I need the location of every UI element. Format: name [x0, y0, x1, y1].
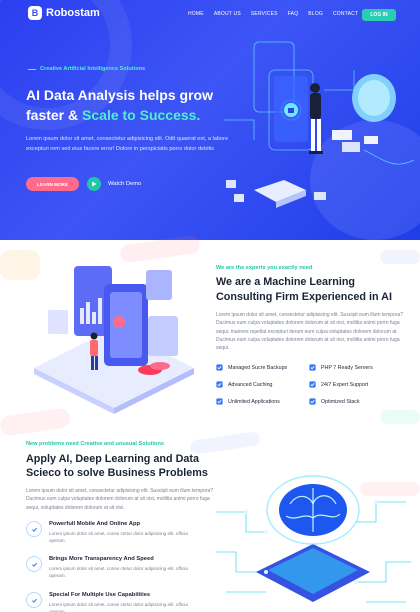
hero-eyebrow-text: Creative Artificial Intelligence Solutio…	[40, 66, 146, 72]
hero-eyebrow: Creative Artificial Intelligence Solutio…	[28, 66, 145, 72]
ai-brain-illustration	[216, 475, 411, 603]
login-button[interactable]: LOG IN	[362, 9, 396, 21]
feature-label: Optimized Stack	[321, 398, 360, 405]
check-circle-icon	[26, 556, 42, 572]
feature-item: 24/7 Expert Support	[309, 381, 368, 388]
feature-item: Unlimited Applications	[216, 398, 280, 405]
nav-item-contact[interactable]: CONTACT	[333, 11, 358, 17]
check-circle-icon	[26, 592, 42, 608]
about-title-line1: We are a Machine Learning	[216, 276, 356, 288]
solution-item-title: Powerfull Mobile And Online App	[49, 521, 141, 527]
about-description: Lorem ipsum dolor sit amet, consectetur …	[216, 312, 404, 352]
solve-title-line1: Apply AI, Deep Learning and Data	[26, 453, 199, 465]
about-title-line2: Consulting Firm Experienced in AI	[216, 291, 392, 303]
circuit-line-2	[324, 70, 355, 91]
feature-item: Advanced Caching	[216, 381, 272, 388]
watch-demo-link[interactable]: Watch Demo	[108, 181, 141, 187]
checkbox-icon	[309, 398, 316, 405]
nav-item-about[interactable]: ABOUT US	[214, 11, 241, 17]
checkbox-icon	[309, 381, 316, 388]
circuit-line-1	[224, 119, 255, 140]
hero-illustration	[224, 41, 415, 208]
nav-item-home[interactable]: HOME	[188, 11, 204, 17]
nav-item-services[interactable]: SERVICES	[251, 11, 278, 17]
feature-label: PHP 7 Ready Servers	[321, 364, 373, 371]
brain-globe-core	[358, 80, 390, 116]
chart-panel-right	[146, 270, 172, 300]
play-video-button[interactable]	[87, 177, 101, 191]
hero-title-line2: faster & Scale to Success.	[26, 107, 200, 123]
checkbox-icon	[216, 364, 223, 371]
brand-logo[interactable]: B Robostam	[28, 6, 100, 20]
feature-label: Managed Sucre Backups	[228, 364, 288, 371]
hero-title-prefix: faster &	[26, 107, 83, 123]
decorative-pill	[380, 250, 420, 264]
hero-title-line1: AI Data Analysis helps grow	[26, 87, 213, 103]
server-boxes	[332, 130, 378, 152]
learn-more-button[interactable]: LEARN MORE	[26, 177, 79, 191]
play-icon	[92, 181, 97, 187]
main-menu: HOME ABOUT US SERVICES FAQ BLOG CONTACT	[188, 11, 358, 17]
lock-icon	[288, 108, 294, 113]
mini-panel-left	[48, 310, 68, 334]
nav-item-blog[interactable]: BLOG	[308, 11, 323, 17]
floor-devices	[226, 180, 326, 208]
top-navigation: B Robostam HOME ABOUT US SERVICES FAQ BL…	[0, 0, 420, 30]
check-circle-icon	[26, 521, 42, 537]
feature-item: PHP 7 Ready Servers	[309, 364, 373, 371]
analytics-illustration	[34, 266, 194, 414]
solve-title-line2: Scieco to solve Business Problems	[26, 467, 208, 479]
solution-item-text: Lorem ipsum dolor sit amet, conse ctetur…	[49, 531, 188, 543]
solution-item-text: Lorem ipsum dolor sit amet, conse ctetur…	[49, 602, 188, 612]
chart-panel-lower	[148, 316, 178, 356]
feature-label: Advanced Caching	[228, 381, 273, 388]
checkbox-icon	[216, 398, 223, 405]
coin-stack	[150, 362, 170, 370]
feature-item: Optimized Stack	[309, 398, 360, 405]
brand-name: Robostam	[46, 7, 100, 19]
eyebrow-dash	[28, 68, 36, 70]
feature-label: 24/7 Expert Support	[321, 381, 369, 388]
solve-eyebrow: New problems need Creative and unusual S…	[26, 441, 165, 447]
logo-mark-icon: B	[28, 6, 42, 20]
hero-section: B Robostam HOME ABOUT US SERVICES FAQ BL…	[0, 0, 420, 240]
pie-chart-icon	[113, 316, 125, 328]
decorative-pill	[380, 410, 420, 424]
person-figure	[309, 83, 323, 154]
checkbox-icon	[309, 364, 316, 371]
checkbox-icon	[216, 381, 223, 388]
feature-item: Managed Sucre Backups	[216, 364, 287, 371]
solution-item-text: Lorem ipsum dolor sit amet, conse ctetur…	[49, 566, 188, 578]
about-eyebrow: We are the experts you exactly need	[216, 265, 313, 271]
solve-description: Lorem ipsum dolor sit amet, consectetur …	[26, 488, 214, 511]
hero-title-accent: Scale to Success.	[82, 107, 201, 123]
hero-description: Lorem ipsum dolor sit amet, consectetur …	[26, 136, 229, 152]
cable-line	[363, 149, 415, 165]
nav-item-faq[interactable]: FAQ	[288, 11, 299, 17]
feature-label: Unlimited Applications	[228, 398, 280, 405]
platform-glow	[268, 548, 358, 594]
solution-item-title: Special For Multiple Use Capabilities	[49, 592, 151, 598]
solution-item-title: Brings More Transparency And Speed	[49, 556, 154, 562]
